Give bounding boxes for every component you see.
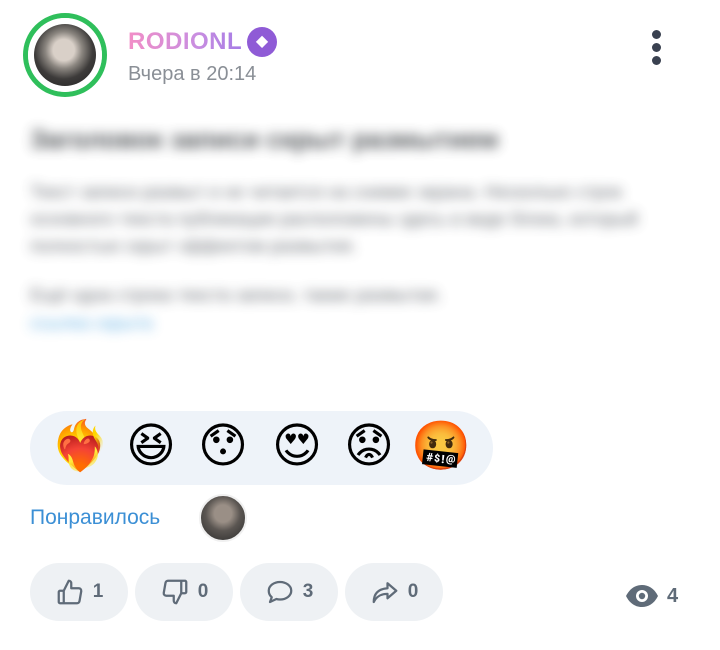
- award-badge-icon[interactable]: ◆: [247, 27, 277, 57]
- cursing-face-emoji[interactable]: 🤬: [411, 418, 471, 476]
- post-content: Заголовок записи скрыт размытием Текст з…: [30, 118, 690, 393]
- views-counter: 4: [625, 584, 678, 608]
- post-text: Текст записи размыт и не читается на сни…: [30, 182, 639, 256]
- author-name[interactable]: RODIONL: [128, 28, 242, 56]
- dislike-button[interactable]: 0: [135, 563, 233, 621]
- like-count: 1: [92, 581, 104, 602]
- dislike-count: 0: [197, 581, 209, 602]
- post-timestamp: Вчера в 20:14: [128, 63, 257, 85]
- liked-by-label[interactable]: Понравилось: [30, 506, 160, 530]
- eye-icon: [626, 585, 658, 607]
- comment-count: 3: [302, 581, 314, 602]
- heart-on-fire-emoji[interactable]: ❤️‍🔥: [50, 418, 110, 476]
- worried-face-emoji[interactable]: 😟: [340, 418, 398, 476]
- share-count: 0: [407, 581, 419, 602]
- like-button[interactable]: 1: [30, 563, 128, 621]
- share-button[interactable]: 0: [345, 563, 443, 621]
- comment-button[interactable]: 3: [240, 563, 338, 621]
- comment-icon: [267, 580, 293, 604]
- more-options-icon[interactable]: [641, 30, 671, 70]
- hushed-face-emoji[interactable]: 😯: [194, 418, 252, 476]
- avatar-photo: [34, 24, 96, 86]
- reactions-bar: ❤️‍🔥 😆 😯 😍 😟 🤬: [30, 411, 493, 485]
- liker-avatar[interactable]: [199, 494, 247, 542]
- thumbs-down-icon: [162, 579, 188, 605]
- author-avatar[interactable]: [23, 13, 107, 97]
- heart-eyes-emoji[interactable]: 😍: [268, 418, 326, 476]
- post-title: Заголовок записи скрыт размытием: [30, 124, 499, 154]
- post-link[interactable]: ссылка скрыта: [30, 313, 690, 334]
- grinning-squinting-emoji[interactable]: 😆: [122, 418, 180, 476]
- views-count: 4: [667, 584, 679, 607]
- share-icon: [372, 582, 398, 604]
- thumbs-up-icon: [57, 579, 83, 605]
- post-text-secondary: Ещё одна строка текста записи, также раз…: [30, 285, 442, 305]
